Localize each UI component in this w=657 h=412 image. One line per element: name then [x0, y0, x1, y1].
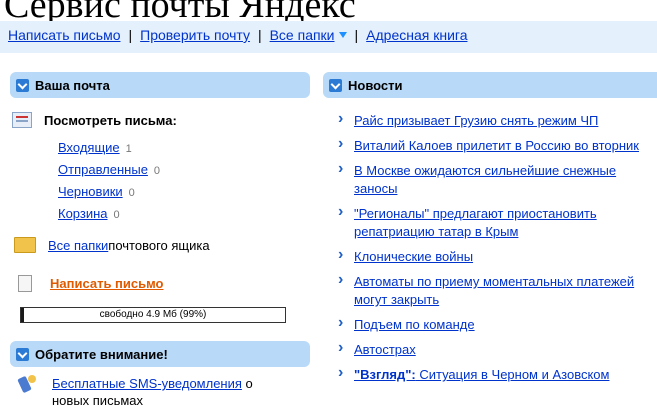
folder-sent-link[interactable]: Отправленные [58, 162, 148, 177]
view-mail-label: Посмотреть письма: [44, 112, 177, 128]
news-link[interactable]: "Взгляд": Ситуация в Черном и Азовском [354, 367, 609, 382]
mailbox-icon [12, 112, 32, 128]
folder-count: 0 [128, 187, 135, 199]
folder-item: Черновики 0 [58, 181, 160, 203]
news-link[interactable]: Клонические войны [354, 249, 473, 264]
attention-panel-header[interactable]: Обратите внимание! [10, 341, 310, 367]
folder-inbox-link[interactable]: Входящие [58, 140, 120, 155]
check-mail-link[interactable]: Проверить почту [140, 27, 250, 43]
folder-count: 0 [113, 209, 120, 221]
news-item: Автоматы по приему моментальных платежей… [336, 271, 656, 309]
nav-separator: | [257, 27, 262, 43]
collapse-chevron-icon[interactable] [16, 347, 29, 361]
attention-panel-title: Обратите внимание! [35, 346, 168, 362]
all-folders-mailbox-link[interactable]: Все папки [48, 238, 108, 253]
folder-icon [14, 237, 36, 253]
write-row: Написать письмо [18, 275, 164, 292]
news-item: Виталий Калоев прилетит в Россию во втор… [336, 135, 656, 155]
news-link[interactable]: Автоматы по приему моментальных платежей… [354, 274, 634, 307]
write-letter-link[interactable]: Написать письмо [8, 27, 120, 43]
news-item: Автострах [336, 339, 656, 359]
news-item: Райс призывает Грузию снять режим ЧП [336, 110, 656, 130]
news-link[interactable]: В Москве ожидаются сильнейшие снежные за… [354, 163, 616, 196]
nav-separator: | [128, 27, 133, 43]
folder-item: Отправленные 0 [58, 159, 160, 181]
news-item: Подъем по команде [336, 314, 656, 334]
mail-panel-title: Ваша почта [35, 77, 110, 93]
news-item: Клонические войны [336, 246, 656, 266]
news-link[interactable]: Виталий Калоев прилетит в Россию во втор… [354, 138, 639, 153]
view-mail-row: Посмотреть письма: [12, 112, 177, 128]
folder-count: 0 [153, 165, 161, 177]
document-icon [18, 275, 32, 292]
folder-count: 1 [125, 143, 132, 155]
all-folders-row: Все папки почтового ящика [14, 237, 210, 253]
news-text: Ситуация в Черном и Азовском [415, 367, 610, 382]
collapse-chevron-icon[interactable] [329, 78, 342, 92]
news-link[interactable]: Автострах [354, 342, 416, 357]
news-panel-header[interactable]: Новости [323, 72, 657, 98]
folder-list: Входящие 1 Отправленные 0 Черновики 0 Корзи… [58, 137, 160, 225]
collapse-chevron-icon[interactable] [16, 78, 29, 92]
folder-trash-link[interactable]: Корзина [58, 206, 108, 221]
quota-text: свободно 4.9 Мб (99%) [99, 309, 207, 320]
write-letter-panel-link[interactable]: Написать письмо [50, 276, 164, 291]
mail-panel-header[interactable]: Ваша почта [10, 72, 310, 98]
all-folders-suffix: почтового ящика [108, 237, 210, 253]
folder-item: Входящие 1 [58, 137, 160, 159]
sms-text: Бесплатные SMS-уведомления о новых письм… [52, 375, 292, 409]
news-source: "Взгляд": [354, 367, 416, 382]
sms-notice: Бесплатные SMS-уведомления о новых письм… [18, 375, 292, 409]
address-book-link[interactable]: Адресная книга [366, 27, 467, 43]
news-list: Райс призывает Грузию снять режим ЧП Вит… [336, 110, 656, 391]
quota-fill [21, 308, 24, 322]
top-navigation: Написать письмо | Проверить почту | Все папк… [0, 21, 657, 53]
phone-icon [18, 375, 38, 393]
all-folders-link[interactable]: Все папки [270, 27, 335, 43]
news-item: "Регионалы" предлагают приостановить реп… [336, 203, 656, 241]
news-link[interactable]: "Регионалы" предлагают приостановить реп… [354, 206, 597, 239]
nav-separator: | [354, 27, 359, 43]
news-link[interactable]: Райс призывает Грузию снять режим ЧП [354, 113, 598, 128]
quota-bar: свободно 4.9 Мб (99%) [20, 307, 286, 323]
news-link[interactable]: Подъем по команде [354, 317, 475, 332]
sms-notification-link[interactable]: Бесплатные SMS-уведомления [52, 376, 242, 391]
folder-drafts-link[interactable]: Черновики [58, 184, 123, 199]
news-item: В Москве ожидаются сильнейшие снежные за… [336, 160, 656, 198]
news-item: "Взгляд": Ситуация в Черном и Азовском [336, 364, 656, 384]
dropdown-arrow-icon[interactable] [338, 32, 347, 38]
folder-item: Корзина 0 [58, 203, 160, 225]
news-panel-title: Новости [348, 77, 403, 93]
